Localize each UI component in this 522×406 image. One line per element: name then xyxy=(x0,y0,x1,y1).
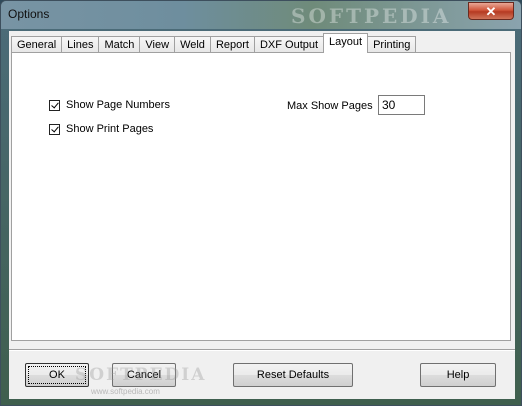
help-button[interactable]: Help xyxy=(420,363,496,387)
close-icon: ✕ xyxy=(485,4,497,19)
show-print-pages-checkbox[interactable] xyxy=(49,123,60,135)
tab-strip: General Lines Match View Weld Report DXF… xyxy=(11,33,417,53)
tab-report[interactable]: Report xyxy=(209,36,255,53)
close-button[interactable]: ✕ xyxy=(468,2,514,20)
dialog-client: General Lines Match View Weld Report DXF… xyxy=(9,31,515,399)
show-print-pages-label: Show Print Pages xyxy=(66,123,154,135)
tab-view[interactable]: View xyxy=(139,36,176,53)
ok-button[interactable]: OK xyxy=(25,363,89,387)
max-show-pages-label: Max Show Pages xyxy=(287,100,373,112)
show-page-numbers-label: Show Page Numbers xyxy=(66,99,170,111)
show-print-pages-option[interactable]: Show Print Pages xyxy=(49,123,153,135)
tab-layout[interactable]: Layout xyxy=(323,33,369,53)
tab-dxf-output[interactable]: DXF Output xyxy=(253,36,325,53)
max-show-pages-input[interactable] xyxy=(378,95,425,115)
tab-weld[interactable]: Weld xyxy=(174,36,211,53)
window-title: Options xyxy=(8,7,50,21)
footer-watermark-url: www.softpedia.com xyxy=(91,387,160,396)
title-bar[interactable]: Options SOFTPEDIA ✕ xyxy=(1,1,521,29)
options-window: Options SOFTPEDIA ✕ General Lines Match … xyxy=(0,0,522,406)
cancel-button[interactable]: Cancel xyxy=(112,363,176,387)
tab-match[interactable]: Match xyxy=(98,36,141,53)
tab-general[interactable]: General xyxy=(11,36,63,53)
softpedia-watermark: SOFTPEDIA xyxy=(291,4,452,28)
tab-lines[interactable]: Lines xyxy=(61,36,100,53)
tab-printing[interactable]: Printing xyxy=(367,36,417,53)
reset-defaults-button[interactable]: Reset Defaults xyxy=(233,363,353,387)
show-page-numbers-checkbox[interactable] xyxy=(49,99,60,111)
show-page-numbers-option[interactable]: Show Page Numbers xyxy=(49,99,170,111)
layout-tab-panel: Show Page Numbers Show Print Pages Max S… xyxy=(11,52,511,341)
button-separator xyxy=(9,349,515,351)
